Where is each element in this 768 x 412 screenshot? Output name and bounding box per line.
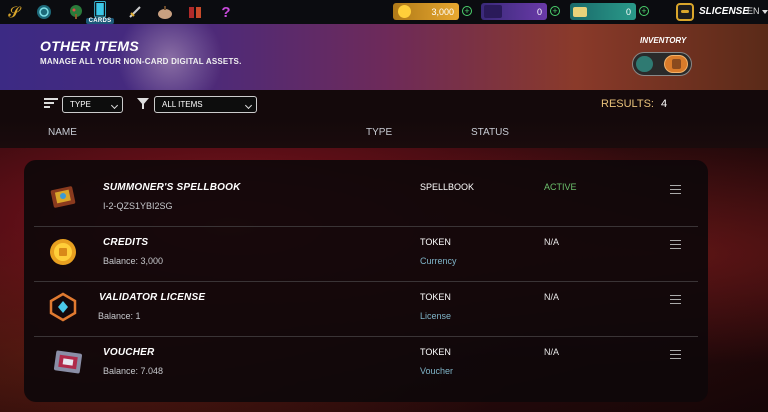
item-type-sub: Currency — [420, 256, 457, 266]
item-sub: Balance: 7.048 — [103, 366, 164, 376]
row-menu-icon[interactable] — [670, 185, 681, 197]
add-dec-button[interactable]: + — [639, 6, 649, 16]
sps-icon — [484, 5, 502, 18]
filter-icon — [137, 98, 149, 109]
sort-icon[interactable] — [44, 98, 58, 110]
sps-balance[interactable]: 0 — [481, 3, 547, 20]
item-type: TOKEN — [420, 347, 451, 357]
item-name: VOUCHER — [103, 347, 155, 358]
nav-cards-tab[interactable]: 🂠 CARDS — [84, 0, 116, 24]
question-icon[interactable]: ? — [215, 1, 237, 23]
item-status: N/A — [544, 347, 560, 357]
pumpkin-icon[interactable] — [154, 1, 176, 23]
row-menu-icon[interactable] — [670, 350, 681, 362]
item-type: TOKEN — [420, 292, 451, 302]
item-type-sub: License — [420, 311, 452, 321]
results-count: 4 — [661, 98, 668, 110]
page-banner: OTHER ITEMS MANAGE ALL YOUR NON-CARD DIG… — [0, 24, 768, 90]
user-avatar[interactable] — [676, 3, 694, 21]
column-type[interactable]: TYPE — [366, 127, 392, 138]
item-name: CREDITS — [103, 237, 149, 248]
table-row[interactable]: VALIDATOR LICENSE Balance: 1 TOKEN Licen… — [34, 282, 698, 336]
add-sps-button[interactable]: + — [550, 6, 560, 16]
dec-icon — [573, 7, 587, 17]
item-type: SPELLBOOK — [420, 182, 475, 192]
results-label: RESULTS: — [601, 98, 654, 110]
column-status[interactable]: STATUS — [471, 127, 509, 138]
cards-inventory-icon[interactable] — [636, 56, 653, 72]
type-select[interactable]: TYPE — [62, 96, 123, 113]
dec-value: 0 — [625, 6, 631, 17]
inventory-toggle[interactable] — [632, 52, 692, 76]
cards-icon: 🂠 — [92, 1, 108, 17]
items-inventory-icon[interactable] — [664, 55, 688, 73]
item-status: ACTIVE — [544, 182, 577, 192]
sword-icon[interactable] — [124, 1, 146, 23]
orb-icon[interactable] — [33, 1, 55, 23]
credits-balance[interactable]: 3,000 — [393, 3, 459, 20]
item-sub: Balance: 1 — [98, 311, 141, 321]
column-name[interactable]: NAME — [48, 127, 77, 138]
table-row[interactable]: CREDITS Balance: 3,000 TOKEN Currency N/… — [34, 227, 698, 281]
dec-balance[interactable]: 0 — [570, 3, 636, 20]
item-type: TOKEN — [420, 237, 451, 247]
language-select[interactable]: EN — [747, 6, 768, 16]
logo-icon[interactable]: 𝓢 — [3, 1, 25, 23]
item-sub: I-2-QZS1YBI2SG — [103, 201, 173, 211]
validator-license-icon — [48, 292, 78, 322]
credits-value: 3,000 — [431, 6, 454, 17]
page-title: OTHER ITEMS — [40, 38, 139, 54]
page-subtitle: MANAGE ALL YOUR NON-CARD DIGITAL ASSETS. — [40, 57, 242, 66]
spellbook-icon — [48, 182, 78, 212]
credits-coin-icon — [48, 237, 78, 267]
username[interactable]: SLICENSE — [699, 6, 749, 17]
voucher-icon — [52, 347, 83, 377]
table-row[interactable]: VOUCHER Balance: 7.048 TOKEN Voucher N/A — [34, 337, 698, 391]
sps-value: 0 — [536, 6, 542, 17]
battle-icon[interactable] — [184, 1, 206, 23]
credits-icon — [398, 5, 411, 18]
row-menu-icon[interactable] — [670, 240, 681, 252]
item-type-sub: Voucher — [420, 366, 454, 376]
row-menu-icon[interactable] — [670, 295, 681, 307]
add-credits-button[interactable]: + — [462, 6, 472, 16]
inventory-label: INVENTORY — [640, 36, 687, 45]
item-name: VALIDATOR LICENSE — [99, 292, 206, 303]
item-status: N/A — [544, 237, 560, 247]
item-name: SUMMONER'S SPELLBOOK — [103, 182, 241, 193]
table-row[interactable]: SUMMONER'S SPELLBOOK I-2-QZS1YBI2SG SPEL… — [34, 172, 698, 226]
items-select[interactable]: ALL ITEMS — [154, 96, 257, 113]
item-sub: Balance: 3,000 — [103, 256, 164, 266]
item-status: N/A — [544, 292, 560, 302]
